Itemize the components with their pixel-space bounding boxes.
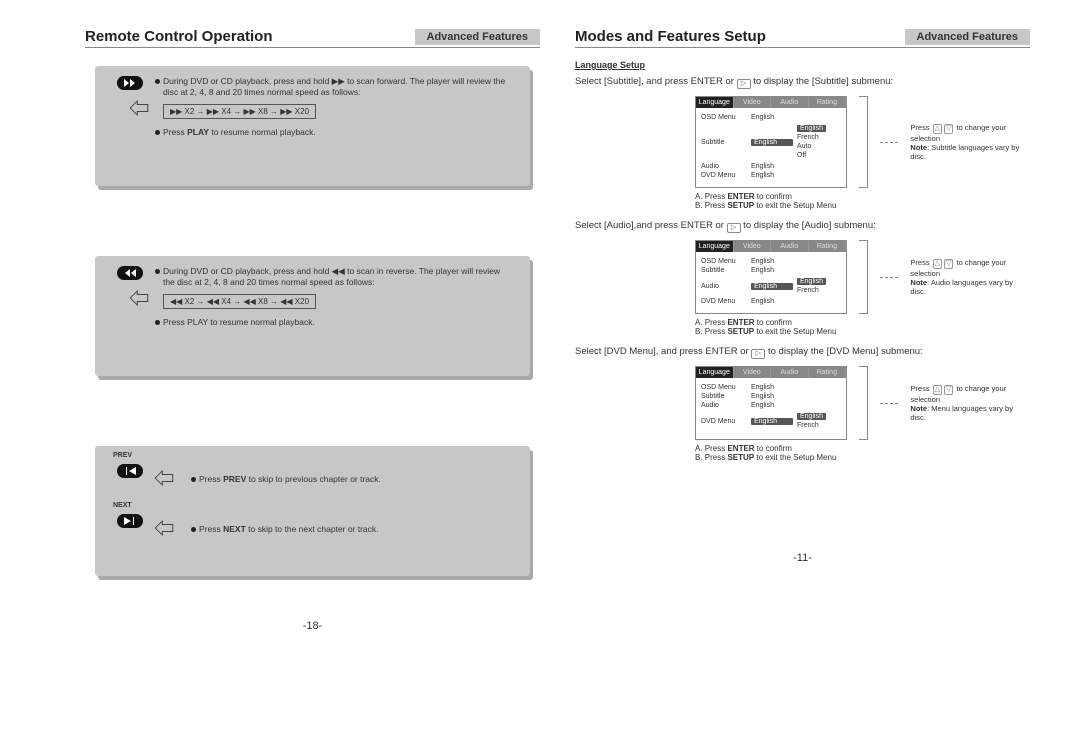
left-header: Remote Control Operation Advanced Featur… [85, 28, 540, 48]
osd-panel: Language Video Audio Rating OSD MenuEngl… [695, 366, 847, 440]
subtitle-options: English French Auto Off [797, 123, 826, 161]
bracket-icon [859, 240, 868, 314]
side-note-subtitle: Press △▽ to change your selection Note: … [910, 123, 1030, 161]
confirm-dvdmenu: A. Press ENTER to confirm B. Press SETUP… [695, 444, 1030, 462]
section-language-setup: Language Setup [575, 60, 1030, 70]
speed-sequence-fwd: ▶▶ X2 → ▶▶ X4 → ▶▶ X8 → ▶▶ X20 [163, 104, 316, 119]
up-icon: △ [933, 259, 942, 269]
instr-dvdmenu: Select [DVD Menu], and press ENTER or ▷ … [575, 346, 1030, 358]
dash-icon [880, 403, 899, 404]
prev-text: Press PREV to skip to previous chapter o… [191, 472, 381, 487]
block1-line1: During DVD or CD playback, press and hol… [155, 76, 510, 98]
down-icon: ▽ [944, 124, 953, 134]
page-left: Remote Control Operation Advanced Featur… [85, 28, 540, 632]
bracket-icon [859, 96, 868, 188]
down-icon: ▽ [944, 385, 953, 395]
right-arrow-icon: ▷ [727, 223, 741, 233]
tab-language: Language [696, 97, 734, 108]
tab-audio: Audio [771, 367, 809, 378]
prev-button-icon [117, 464, 143, 478]
osd-audio: Language Video Audio Rating OSD MenuEngl… [695, 240, 1030, 314]
left-title: Remote Control Operation [85, 28, 273, 45]
right-arrow-icon: ▷ [751, 349, 765, 359]
hand-icon [125, 284, 153, 312]
osd-subtitle: Language Video Audio Rating OSD MenuEngl… [695, 96, 1030, 188]
page-right: Modes and Features Setup Advanced Featur… [575, 28, 1030, 564]
block1-l1: During DVD or CD playback, press and hol… [163, 76, 408, 86]
block-forward-scan: During DVD or CD playback, press and hol… [95, 66, 530, 186]
rw-button-icon [117, 266, 143, 280]
block2-text: During DVD or CD playback, press and hol… [155, 264, 510, 330]
osd-dvdmenu: Language Video Audio Rating OSD MenuEngl… [695, 366, 1030, 440]
block2-l1: During DVD or CD playback, press and hol… [163, 266, 417, 276]
tab-audio: Audio [771, 97, 809, 108]
dash-icon [880, 277, 899, 278]
tab-rating: Rating [809, 97, 847, 108]
tab-video: Video [734, 241, 772, 252]
down-icon: ▽ [944, 259, 953, 269]
hand-icon [150, 514, 178, 542]
audio-options: English French [797, 276, 826, 296]
right-adv: Advanced Features [905, 29, 1030, 45]
up-icon: △ [933, 385, 942, 395]
tab-audio: Audio [771, 241, 809, 252]
next-text: Press NEXT to skip to the next chapter o… [191, 522, 379, 537]
block2-line1: During DVD or CD playback, press and hol… [155, 266, 510, 288]
right-header: Modes and Features Setup Advanced Featur… [575, 28, 1030, 48]
bracket-icon [859, 366, 868, 440]
side-note-dvdmenu: Press △▽ to change your selection Note: … [910, 384, 1030, 422]
tab-language: Language [696, 241, 734, 252]
tab-language: Language [696, 367, 734, 378]
hand-icon [150, 464, 178, 492]
prev-label: PREV [113, 452, 132, 459]
next-button-icon [117, 514, 143, 528]
page-num-right: -11- [575, 552, 1030, 564]
up-icon: △ [933, 124, 942, 134]
next-label: NEXT [113, 502, 132, 509]
osd-panel: Language Video Audio Rating OSD MenuEngl… [695, 96, 847, 188]
instr-audio: Select [Audio],and press ENTER or ▷ to d… [575, 220, 1030, 232]
speed-sequence-rev: ◀◀ X2 → ◀◀ X4 → ◀◀ X8 → ◀◀ X20 [163, 294, 316, 309]
tab-video: Video [734, 367, 772, 378]
confirm-audio: A. Press ENTER to confirm B. Press SETUP… [695, 318, 1030, 336]
tab-rating: Rating [809, 367, 847, 378]
side-note-audio: Press △▽ to change your selection Note: … [910, 258, 1030, 296]
block1-text: During DVD or CD playback, press and hol… [155, 74, 510, 140]
block-skip: PREV Press PREV to skip to previous chap… [95, 446, 530, 576]
tab-video: Video [734, 97, 772, 108]
right-title: Modes and Features Setup [575, 28, 766, 45]
osd-panel: Language Video Audio Rating OSD MenuEngl… [695, 240, 847, 314]
instr-subtitle: Select [Subtitle], and press ENTER or ▷ … [575, 76, 1030, 88]
block2-line3: Press PLAY to resume normal playback. [155, 317, 510, 328]
confirm-subtitle: A. Press ENTER to confirm B. Press SETUP… [695, 192, 1030, 210]
hand-icon [125, 94, 153, 122]
dvdmenu-options: English French [797, 411, 826, 431]
left-adv: Advanced Features [415, 29, 540, 45]
tab-rating: Rating [809, 241, 847, 252]
ff-button-icon [117, 76, 143, 90]
block-reverse-scan: During DVD or CD playback, press and hol… [95, 256, 530, 376]
dash-icon [880, 142, 899, 143]
block1-line3: Press PLAY to resume normal playback. [155, 127, 510, 138]
right-arrow-icon: ▷ [737, 79, 751, 89]
page-num-left: -18- [85, 620, 540, 632]
